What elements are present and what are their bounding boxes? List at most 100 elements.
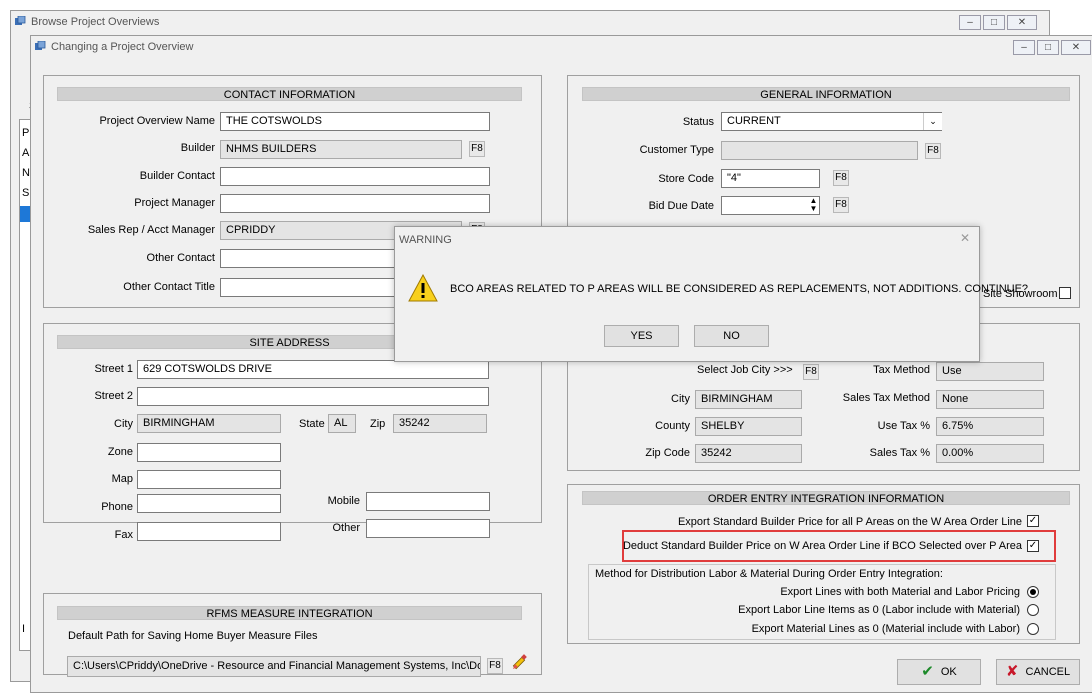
tax-method-label: Tax Method	[873, 364, 930, 376]
customer-type-label: Customer Type	[639, 144, 714, 156]
phone-field[interactable]	[137, 494, 281, 513]
bid-due-label: Bid Due Date	[648, 200, 714, 212]
site-showroom-checkbox[interactable]	[1059, 287, 1071, 299]
sales-tax-label: Sales Tax %	[869, 447, 930, 459]
app-icon	[35, 41, 46, 50]
builder-label: Builder	[180, 142, 215, 154]
zone-field[interactable]	[137, 443, 281, 462]
other-phone-label: Other	[332, 522, 360, 534]
status-select[interactable]: CURRENT	[721, 112, 942, 131]
warning-yes-button[interactable]: YES	[604, 325, 679, 347]
browse-fragment: A	[22, 147, 30, 159]
county-label: County	[655, 420, 690, 432]
ok-button[interactable]: ✔ OK	[897, 659, 981, 685]
street2-label: Street 2	[94, 390, 133, 402]
browse-close-button[interactable]: ✕	[1007, 15, 1037, 30]
customer-type-field	[721, 141, 918, 160]
store-code-f8-button[interactable]: F8	[833, 170, 849, 186]
rfms-path-label: Default Path for Saving Home Buyer Measu…	[68, 630, 318, 642]
cancel-button[interactable]: ✘ CANCEL	[996, 659, 1080, 685]
warning-no-button[interactable]: NO	[694, 325, 769, 347]
use-tax-field: 6.75%	[936, 417, 1044, 436]
mobile-label: Mobile	[327, 495, 360, 507]
rfms-header: RFMS MEASURE INTEGRATION	[57, 606, 522, 620]
site-zip-field: 35242	[393, 414, 487, 433]
browse-title-bar: Browse Project Overviews – □ ✕	[11, 11, 1049, 33]
browse-fragment: N	[22, 167, 30, 179]
bid-due-spinner[interactable]: ▲ ▼	[808, 197, 819, 214]
customer-type-f8-button[interactable]: F8	[925, 143, 941, 159]
bid-due-field[interactable]	[721, 196, 820, 215]
browse-fragment: I	[22, 623, 26, 635]
zip-code-label: Zip Code	[645, 447, 690, 459]
opt-labor-zero-radio[interactable]	[1027, 604, 1039, 616]
status-dropdown-arrow[interactable]: ⌄	[923, 113, 942, 130]
sales-tax-method-label: Sales Tax Method	[842, 392, 930, 404]
mobile-field[interactable]	[366, 492, 490, 511]
builder-contact-field[interactable]	[220, 167, 490, 186]
opt-both-label: Export Lines with both Material and Labo…	[780, 586, 1020, 598]
edit-close-button[interactable]: ✕	[1061, 40, 1091, 55]
edit-pencil-icon[interactable]	[510, 654, 528, 672]
sales-tax-method-field: None	[936, 390, 1044, 409]
opt-material-zero-label: Export Material Lines as 0 (Material inc…	[751, 623, 1020, 635]
tax-method-field: Use	[936, 362, 1044, 381]
project-name-field[interactable]: THE COTSWOLDS	[220, 112, 490, 131]
state-field: AL	[328, 414, 356, 433]
distribution-method-label: Method for Distribution Labor & Material…	[595, 568, 943, 580]
street1-label: Street 1	[94, 363, 133, 375]
rfms-path-f8-button[interactable]: F8	[487, 658, 503, 674]
ok-label: OK	[940, 666, 957, 679]
export-std-price-checkbox[interactable]: ✓	[1027, 515, 1039, 527]
tax-city-field: BIRMINGHAM	[695, 390, 802, 409]
zip-code-field: 35242	[695, 444, 802, 463]
builder-lookup-button[interactable]: F8	[469, 141, 485, 157]
select-job-city-label: Select Job City >>>	[697, 364, 793, 376]
cancel-label: CANCEL	[1025, 666, 1071, 679]
project-manager-field[interactable]	[220, 194, 490, 213]
status-value: CURRENT	[727, 115, 781, 127]
bid-due-f8-button[interactable]: F8	[833, 197, 849, 213]
edit-minimize-button[interactable]: –	[1013, 40, 1035, 55]
use-tax-label: Use Tax %	[877, 420, 930, 432]
zone-label: Zone	[107, 446, 133, 458]
sales-rep-label: Sales Rep / Acct Manager	[87, 224, 215, 236]
edit-title-bar: Changing a Project Overview – □ ✕	[31, 36, 1092, 58]
warning-title: WARNING	[399, 234, 452, 246]
opt-labor-zero-label: Export Labor Line Items as 0 (Labor incl…	[738, 604, 1020, 616]
deduct-std-price-checkbox[interactable]: ✓	[1027, 540, 1039, 552]
opt-both-radio[interactable]	[1027, 586, 1039, 598]
other-phone-field[interactable]	[366, 519, 490, 538]
warning-message: BCO AREAS RELATED TO P AREAS WILL BE CON…	[450, 283, 1029, 295]
street1-field[interactable]: 629 COTSWOLDS DRIVE	[137, 360, 489, 379]
cancel-x-icon: ✘	[1005, 663, 1019, 681]
browse-minimize-button[interactable]: –	[959, 15, 981, 30]
edit-maximize-button[interactable]: □	[1037, 40, 1059, 55]
warning-dialog: WARNING ✕ BCO AREAS RELATED TO P AREAS W…	[394, 226, 1028, 362]
export-std-price-label: Export Standard Builder Price for all P …	[677, 516, 1022, 528]
other-contact-title-label: Other Contact Title	[123, 281, 215, 293]
fax-label: Fax	[114, 529, 133, 541]
browse-title: Browse Project Overviews	[31, 16, 160, 28]
browse-fragment: S	[22, 187, 30, 199]
opt-material-zero-radio[interactable]	[1027, 623, 1039, 635]
street2-field[interactable]	[137, 387, 489, 406]
status-label: Status	[682, 116, 714, 128]
rfms-path-field[interactable]: C:\Users\CPriddy\OneDrive - Resource and…	[67, 656, 481, 677]
map-field[interactable]	[137, 470, 281, 489]
other-contact-label: Other Contact	[146, 252, 215, 264]
builder-field: NHMS BUILDERS	[220, 140, 462, 159]
edit-title: Changing a Project Overview	[51, 41, 194, 53]
site-zip-label: Zip	[370, 418, 386, 430]
fax-field[interactable]	[137, 522, 281, 541]
state-label: State	[299, 418, 325, 430]
store-code-field[interactable]: "4"	[721, 169, 820, 188]
site-city-field: BIRMINGHAM	[137, 414, 281, 433]
tax-city-label: City	[671, 393, 690, 405]
warning-close-button[interactable]: ✕	[957, 230, 973, 246]
project-name-label: Project Overview Name	[99, 115, 215, 127]
browse-maximize-button[interactable]: □	[983, 15, 1005, 30]
ok-check-icon: ✔	[921, 663, 934, 681]
county-field: SHELBY	[695, 417, 802, 436]
phone-label: Phone	[101, 501, 133, 513]
